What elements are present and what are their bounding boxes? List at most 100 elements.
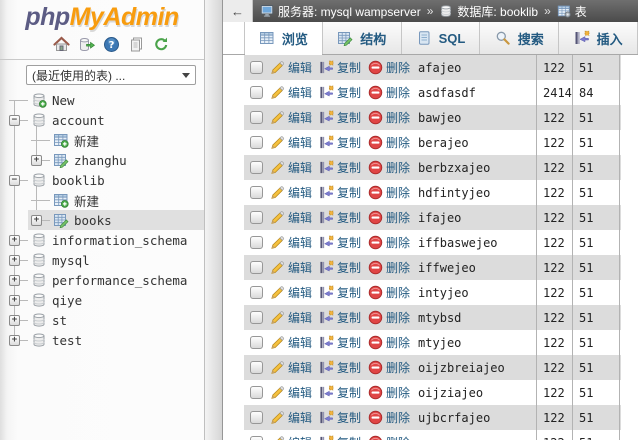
delete-link[interactable]: 删除	[368, 284, 410, 301]
tree-expander-plus[interactable]: +	[9, 274, 20, 286]
tree-item-st[interactable]: + st	[0, 310, 204, 330]
tree-expander-plus[interactable]: +	[31, 214, 42, 226]
tree-expander-plus[interactable]: +	[9, 334, 20, 346]
edit-link[interactable]: 编辑	[270, 184, 312, 201]
tree-item-performance_schema[interactable]: + performance_schema	[0, 270, 204, 290]
copy-link[interactable]: 复制	[319, 284, 361, 301]
row-checkbox[interactable]	[250, 161, 263, 174]
delete-link[interactable]: 删除	[368, 159, 410, 176]
tree-item-qiye[interactable]: + qiye	[0, 290, 204, 310]
refresh-icon[interactable]	[153, 36, 170, 53]
tab-structure[interactable]: 结构	[322, 22, 402, 54]
tree-item-new-database[interactable]: New	[0, 90, 204, 110]
copy-link[interactable]: 复制	[319, 84, 361, 101]
tree-expander-minus[interactable]: −	[9, 174, 20, 186]
tab-browse[interactable]: 浏览	[244, 22, 323, 55]
copy-link[interactable]: 复制	[319, 59, 361, 76]
edit-link[interactable]: 编辑	[270, 59, 312, 76]
edit-link[interactable]: 编辑	[270, 209, 312, 226]
tree-expander-minus[interactable]: −	[9, 114, 20, 126]
row-checkbox[interactable]	[250, 361, 263, 374]
docs-icon[interactable]	[128, 36, 145, 53]
copy-link[interactable]: 复制	[319, 359, 361, 376]
row-checkbox[interactable]	[250, 311, 263, 324]
edit-link[interactable]: 编辑	[270, 259, 312, 276]
delete-link[interactable]: 删除	[368, 409, 410, 426]
tree-expander-plus[interactable]: +	[9, 234, 20, 246]
row-checkbox[interactable]	[250, 211, 263, 224]
row-checkbox[interactable]	[250, 436, 263, 440]
edit-link[interactable]: 编辑	[270, 134, 312, 151]
copy-link[interactable]: 复制	[319, 159, 361, 176]
edit-link[interactable]: 编辑	[270, 434, 312, 440]
row-checkbox[interactable]	[250, 261, 263, 274]
edit-link[interactable]: 编辑	[270, 384, 312, 401]
delete-link[interactable]: 删除	[368, 209, 410, 226]
edit-link[interactable]: 编辑	[270, 159, 312, 176]
tab-insert[interactable]: 插入	[559, 22, 638, 54]
delete-link[interactable]: 删除	[368, 234, 410, 251]
tree-item-booklib[interactable]: − booklib	[0, 170, 204, 190]
logout-icon[interactable]	[78, 36, 95, 53]
row-checkbox[interactable]	[250, 186, 263, 199]
tree-item-information_schema[interactable]: + information_schema	[0, 230, 204, 250]
tree-item-test[interactable]: + test	[0, 330, 204, 350]
tree-item-account-new-table[interactable]: 新建	[0, 130, 204, 150]
delete-link[interactable]: 删除	[368, 384, 410, 401]
delete-link[interactable]: 删除	[368, 84, 410, 101]
back-arrow[interactable]: ←	[223, 0, 253, 22]
edit-link[interactable]: 编辑	[270, 359, 312, 376]
tree-expander-plus[interactable]: +	[9, 254, 20, 266]
delete-link[interactable]: 删除	[368, 109, 410, 126]
row-checkbox[interactable]	[250, 336, 263, 349]
copy-link[interactable]: 复制	[319, 234, 361, 251]
copy-link[interactable]: 复制	[319, 209, 361, 226]
delete-link[interactable]: 删除	[368, 434, 410, 440]
tree-item-mysql[interactable]: + mysql	[0, 250, 204, 270]
copy-link[interactable]: 复制	[319, 309, 361, 326]
edit-link[interactable]: 编辑	[270, 234, 312, 251]
recent-tables-select[interactable]: (最近使用的表) ...	[26, 65, 196, 85]
row-checkbox[interactable]	[250, 386, 263, 399]
delete-link[interactable]: 删除	[368, 309, 410, 326]
row-checkbox[interactable]	[250, 136, 263, 149]
row-checkbox[interactable]	[250, 411, 263, 424]
row-checkbox[interactable]	[250, 111, 263, 124]
copy-link[interactable]: 复制	[319, 109, 361, 126]
row-checkbox[interactable]	[250, 286, 263, 299]
copy-link[interactable]: 复制	[319, 384, 361, 401]
tree-expander-plus[interactable]: +	[31, 154, 42, 166]
sidebar-resize-handle[interactable]	[205, 0, 223, 440]
row-checkbox[interactable]	[250, 236, 263, 249]
home-icon[interactable]	[52, 36, 70, 53]
copy-link[interactable]: 复制	[319, 259, 361, 276]
copy-link[interactable]: 复制	[319, 134, 361, 151]
tree-item-booklib-new-table[interactable]: 新建	[0, 190, 204, 210]
edit-link[interactable]: 编辑	[270, 284, 312, 301]
copy-link[interactable]: 复制	[319, 184, 361, 201]
breadcrumb-database[interactable]: 数据库: booklib	[439, 3, 538, 20]
tree-item-books[interactable]: + books	[0, 210, 204, 230]
tree-item-account[interactable]: − account	[0, 110, 204, 130]
copy-link[interactable]: 复制	[319, 334, 361, 351]
copy-link[interactable]: 复制	[319, 434, 361, 440]
help-icon[interactable]: ?	[103, 36, 120, 53]
row-checkbox[interactable]	[250, 86, 263, 99]
delete-link[interactable]: 删除	[368, 184, 410, 201]
breadcrumb-server[interactable]: 服务器: mysql wampserver	[260, 3, 421, 20]
row-checkbox[interactable]	[250, 61, 263, 74]
tab-search[interactable]: 搜索	[480, 22, 560, 54]
delete-link[interactable]: 删除	[368, 59, 410, 76]
edit-link[interactable]: 编辑	[270, 309, 312, 326]
tree-expander-plus[interactable]: +	[9, 294, 20, 306]
tree-expander-plus[interactable]: +	[9, 314, 20, 326]
edit-link[interactable]: 编辑	[270, 334, 312, 351]
delete-link[interactable]: 删除	[368, 334, 410, 351]
copy-link[interactable]: 复制	[319, 409, 361, 426]
delete-link[interactable]: 删除	[368, 134, 410, 151]
tab-sql[interactable]: SQL	[401, 22, 481, 54]
edit-link[interactable]: 编辑	[270, 409, 312, 426]
delete-link[interactable]: 删除	[368, 359, 410, 376]
delete-link[interactable]: 删除	[368, 259, 410, 276]
edit-link[interactable]: 编辑	[270, 84, 312, 101]
